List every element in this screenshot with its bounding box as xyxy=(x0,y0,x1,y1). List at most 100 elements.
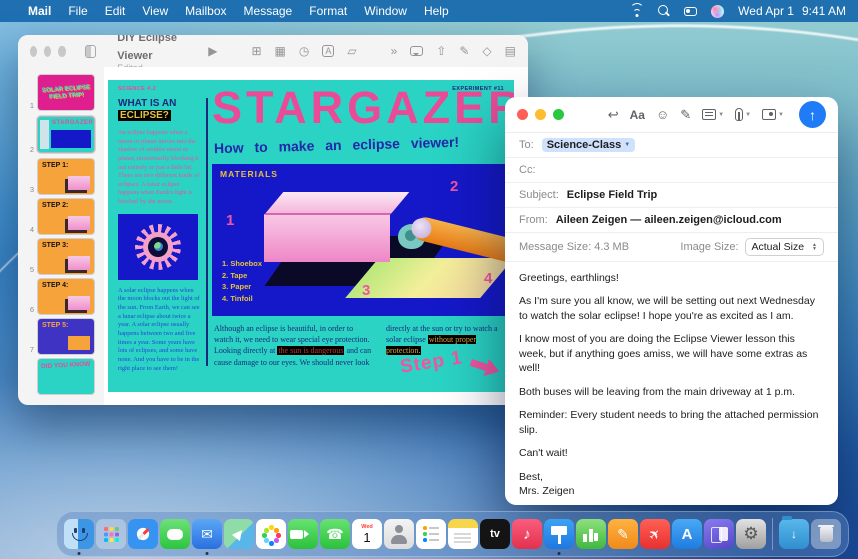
trash-icon[interactable] xyxy=(811,519,841,549)
menu-file[interactable]: File xyxy=(68,4,87,18)
to-field[interactable]: To: Science-Class▼ xyxy=(505,133,838,158)
chevron-down-icon: ▼ xyxy=(624,142,630,148)
arrow-icon xyxy=(468,354,502,380)
header-style-icon xyxy=(702,109,716,120)
from-field[interactable]: From: Aileen Zeigen — aileen.zeigen@iclo… xyxy=(505,208,838,233)
slide-thumbnail-7[interactable]: 7 STEP 5: xyxy=(24,319,104,354)
control-center-icon[interactable] xyxy=(684,7,697,16)
recipient-token[interactable]: Science-Class▼ xyxy=(542,138,636,152)
slide-thumbnail-1[interactable]: 1 SOLAR ECLIPSE FIELD TRIP! xyxy=(24,75,104,110)
siri-icon[interactable] xyxy=(711,5,724,18)
close-button[interactable] xyxy=(30,46,37,57)
menu-window[interactable]: Window xyxy=(364,4,407,18)
slide-thumbnail-3[interactable]: 3 STEP 1: xyxy=(24,159,104,194)
menu-view[interactable]: View xyxy=(142,4,168,18)
zoom-button[interactable] xyxy=(553,109,564,120)
schoolwork-icon[interactable]: ✈ xyxy=(640,519,670,549)
downloads-folder-icon[interactable] xyxy=(779,519,809,549)
text-box-icon[interactable]: A xyxy=(322,45,334,58)
slide-stargazer[interactable]: SCIENCE 4.2 EXPERIMENT #11 WHAT IS AN EC… xyxy=(108,80,514,392)
reminders-icon[interactable] xyxy=(416,519,446,549)
animate-icon[interactable]: ◇ xyxy=(482,44,491,58)
slide-thumbnail-5[interactable]: 5 STEP 3: xyxy=(24,239,104,274)
share-icon[interactable]: ⇧ xyxy=(436,44,446,58)
emoji-icon[interactable]: ☺ xyxy=(656,107,669,122)
sun-illustration xyxy=(118,214,198,280)
message-body[interactable]: Greetings, earthlings! As I'm sure you a… xyxy=(505,262,838,505)
slide-subtitle: How to make an eclipse viewer! xyxy=(214,134,459,156)
body-paragraph: As I'm sure you all know, we will be set… xyxy=(519,294,824,323)
menu-message[interactable]: Message xyxy=(244,4,293,18)
keynote-window[interactable]: DIY Eclipse Viewer Edited ▶ ⊞ ▦ ◷ A ▱ » … xyxy=(18,35,528,405)
messages-icon[interactable] xyxy=(160,519,190,549)
slide-thumbnail-4[interactable]: 4 STEP 2: xyxy=(24,199,104,234)
search-icon[interactable] xyxy=(658,5,670,17)
minimize-button[interactable] xyxy=(535,109,546,120)
mail-icon[interactable]: ✉ xyxy=(192,519,222,549)
contacts-icon[interactable] xyxy=(384,519,414,549)
body-paragraph: Reminder: Every student needs to bring t… xyxy=(519,408,824,437)
slide-thumbnail-2-selected[interactable]: 2 STARGAZER xyxy=(24,115,104,154)
maps-icon[interactable] xyxy=(224,519,254,549)
facetime-icon[interactable] xyxy=(288,519,318,549)
comment-icon[interactable] xyxy=(410,46,423,56)
dock-separator xyxy=(772,518,773,550)
running-indicator xyxy=(78,552,81,555)
close-button[interactable] xyxy=(517,109,528,120)
insert-photo-menu[interactable]: ▼ xyxy=(762,109,784,120)
safari-icon[interactable] xyxy=(128,519,158,549)
send-button[interactable]: ↑ xyxy=(799,101,826,128)
finder-icon[interactable] xyxy=(64,519,94,549)
image-size-select[interactable]: Actual Size ▲▼ xyxy=(745,238,824,256)
shape-icon[interactable]: ▱ xyxy=(347,44,356,58)
cc-field[interactable]: Cc: xyxy=(505,158,838,183)
sidebar-toggle-icon[interactable] xyxy=(85,45,97,58)
music-icon[interactable]: ♪ xyxy=(512,519,542,549)
phone-icon[interactable]: ☎ xyxy=(320,519,350,549)
play-icon[interactable]: ▶ xyxy=(208,44,217,58)
calendar-icon[interactable]: Wed 1 xyxy=(352,519,382,549)
body-paragraph: Greetings, earthlings! xyxy=(519,271,824,285)
menu-help[interactable]: Help xyxy=(424,4,449,18)
document-icon[interactable]: ▤ xyxy=(505,44,516,58)
app-store-icon[interactable]: A xyxy=(672,519,702,549)
table-icon[interactable]: ▦ xyxy=(275,44,286,58)
thumb-label: SOLAR ECLIPSE FIELD TRIP! xyxy=(38,84,94,101)
format-icon[interactable]: ✎ xyxy=(459,44,469,58)
pages-icon[interactable]: ✎ xyxy=(608,519,638,549)
keynote-icon[interactable] xyxy=(544,519,574,549)
menu-edit[interactable]: Edit xyxy=(105,4,126,18)
numbers-icon[interactable] xyxy=(576,519,606,549)
slide-thumbnail-6[interactable]: 6 STEP 4: xyxy=(24,279,104,314)
add-slide-icon[interactable]: ⊞ xyxy=(251,44,261,58)
undo-icon[interactable]: ↩ xyxy=(608,107,619,123)
tv-icon[interactable]: tv xyxy=(480,519,510,549)
attachment-menu[interactable]: ▼ xyxy=(735,108,751,121)
slide-canvas[interactable]: SCIENCE 4.2 EXPERIMENT #11 WHAT IS AN EC… xyxy=(104,67,528,405)
subject-field[interactable]: Subject: Eclipse Field Trip xyxy=(505,183,838,208)
minimize-button[interactable] xyxy=(44,46,51,57)
menu-bar-clock[interactable]: Wed Apr 1 9:41 AM xyxy=(738,4,846,18)
zoom-button[interactable] xyxy=(58,46,65,57)
notes-icon[interactable] xyxy=(448,519,478,549)
menu-mail[interactable]: Mail xyxy=(28,4,51,18)
menu-mailbox[interactable]: Mailbox xyxy=(185,4,226,18)
classroom-icon[interactable] xyxy=(704,519,734,549)
slide-thumbnail-8[interactable]: DID YOU KNOW xyxy=(24,359,104,394)
menu-format[interactable]: Format xyxy=(309,4,347,18)
thumb-label: STEP 5: xyxy=(42,322,68,329)
wifi-icon[interactable] xyxy=(630,6,644,17)
photos-icon[interactable] xyxy=(256,519,286,549)
format-text-icon[interactable]: Aa xyxy=(630,108,645,122)
overflow-icon[interactable]: » xyxy=(391,44,398,58)
system-settings-icon[interactable]: ⚙ xyxy=(736,519,766,549)
header-style-menu[interactable]: ▼ xyxy=(702,109,724,120)
markup-icon[interactable]: ✎ xyxy=(680,107,691,123)
warning-text-left: Although an eclipse is beautiful, in ord… xyxy=(214,323,374,368)
photo-icon xyxy=(762,109,776,120)
launchpad-icon[interactable] xyxy=(96,519,126,549)
mail-compose-window[interactable]: ↩ Aa ☺ ✎ ▼ ▼ ▼ ↑ To: Science-Class▼ Cc: … xyxy=(505,97,838,505)
body-paragraph: Can't wait! xyxy=(519,446,824,460)
chart-icon[interactable]: ◷ xyxy=(299,44,309,58)
sun-icon xyxy=(135,224,181,270)
